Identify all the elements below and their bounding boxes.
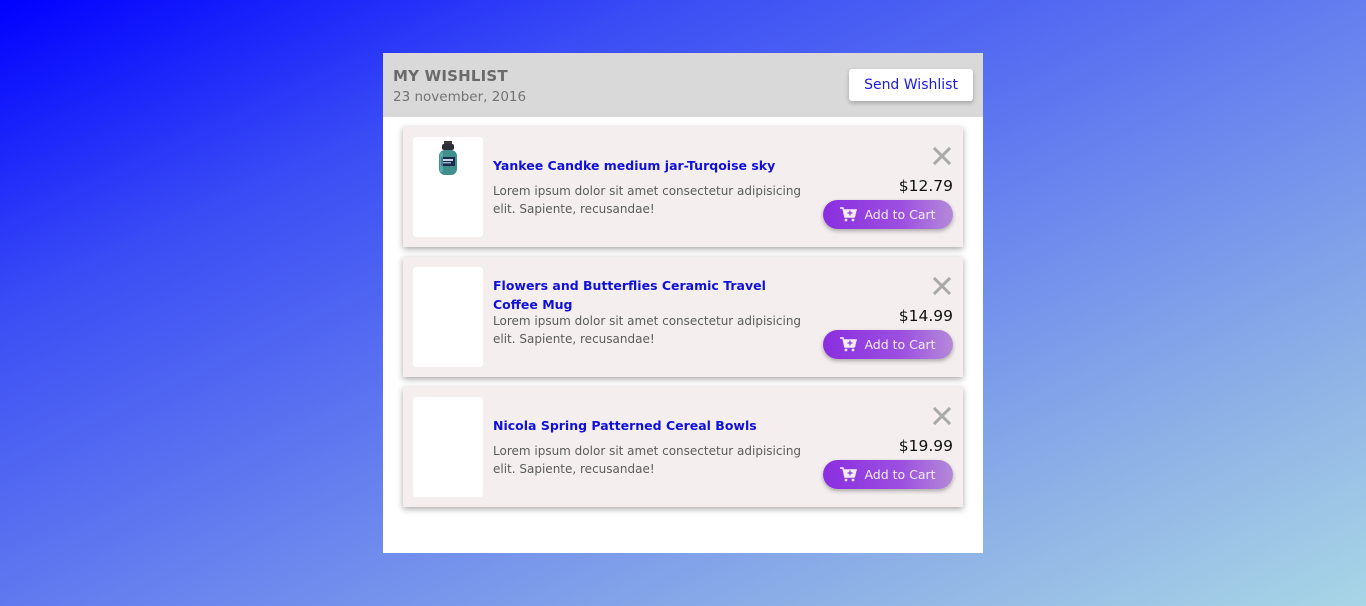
wishlist-item: Nicola Spring Patterned Cereal Bowls Lor… <box>403 387 963 507</box>
product-title[interactable]: Yankee Candke medium jar-Turqoise sky <box>493 156 793 175</box>
close-icon <box>932 146 952 166</box>
close-icon <box>932 276 952 296</box>
close-icon <box>932 406 952 426</box>
add-to-cart-icon <box>840 337 858 352</box>
wishlist-title: MY WISHLIST <box>393 67 508 85</box>
product-title[interactable]: Flowers and Butterflies Ceramic Travel C… <box>493 276 793 314</box>
add-to-cart-label: Add to Cart <box>864 467 936 482</box>
product-title[interactable]: Nicola Spring Patterned Cereal Bowls <box>493 416 793 435</box>
remove-item-button[interactable] <box>931 405 953 427</box>
wishlist-header: MY WISHLIST 23 november, 2016 Send Wishl… <box>383 53 983 117</box>
add-to-cart-label: Add to Cart <box>864 207 936 222</box>
candle-jar-image <box>439 141 457 175</box>
product-description: Lorem ipsum dolor sit amet consectetur a… <box>493 314 802 346</box>
add-to-cart-icon <box>840 207 858 222</box>
product-description: Lorem ipsum dolor sit amet consectetur a… <box>493 444 802 476</box>
send-wishlist-button[interactable]: Send Wishlist <box>849 69 973 101</box>
wishlist-item: Yankee Candke medium jar-Turqoise sky Lo… <box>403 127 963 247</box>
remove-item-button[interactable] <box>931 145 953 167</box>
add-to-cart-button[interactable]: Add to Cart <box>823 330 953 359</box>
product-description: Lorem ipsum dolor sit amet consectetur a… <box>493 184 802 216</box>
wishlist-item: Flowers and Butterflies Ceramic Travel C… <box>403 257 963 377</box>
add-to-cart-icon <box>840 467 858 482</box>
wishlist-date: 23 november, 2016 <box>393 89 527 105</box>
product-price: $19.99 <box>898 437 953 455</box>
add-to-cart-button[interactable]: Add to Cart <box>823 200 953 229</box>
remove-item-button[interactable] <box>931 275 953 297</box>
product-thumbnail[interactable] <box>413 137 483 237</box>
add-to-cart-label: Add to Cart <box>864 337 936 352</box>
product-price: $14.99 <box>898 307 953 325</box>
product-thumbnail[interactable] <box>413 397 483 497</box>
wishlist-items: Yankee Candke medium jar-Turqoise sky Lo… <box>403 127 963 517</box>
add-to-cart-button[interactable]: Add to Cart <box>823 460 953 489</box>
wishlist-panel: MY WISHLIST 23 november, 2016 Send Wishl… <box>383 53 983 553</box>
product-price: $12.79 <box>898 177 953 195</box>
product-thumbnail[interactable] <box>413 267 483 367</box>
